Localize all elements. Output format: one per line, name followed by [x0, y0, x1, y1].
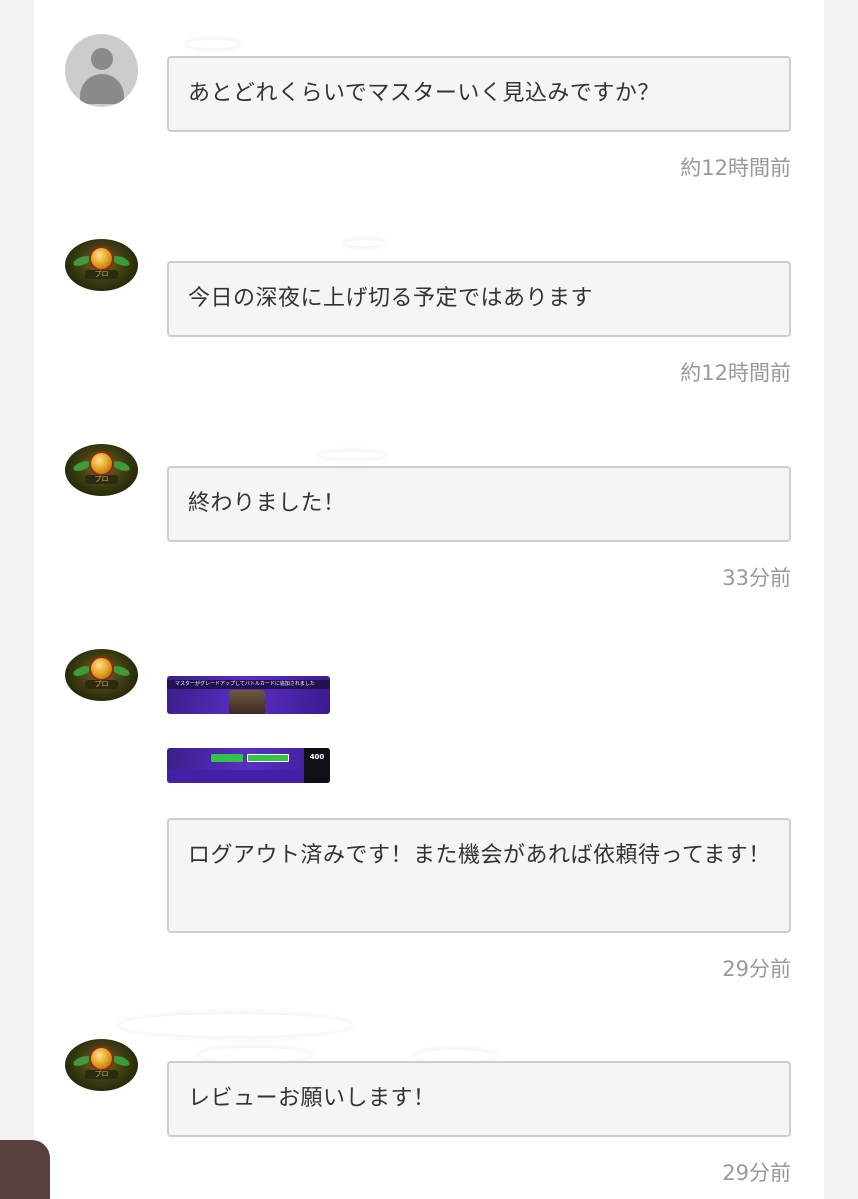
emblem-leaf-left	[72, 664, 92, 678]
message-text: 今日の深夜に上げ切る予定ではあります	[188, 286, 594, 311]
emblem-badge-icon	[91, 248, 112, 269]
emblem-label: プロ	[85, 680, 118, 689]
redacted-username	[345, 240, 385, 246]
redacted-username	[120, 1014, 350, 1036]
redacted-username	[320, 452, 385, 458]
emblem-leaf-right	[111, 459, 131, 473]
message-bubble: あとどれくらいでマスターいく見込みですか？	[167, 56, 791, 132]
message-bubble: 終わりました！	[167, 466, 791, 542]
screenshot-attachment[interactable]: マスターがグレードアップしてバトルカードに追加されました	[167, 676, 330, 714]
green-button-shape	[247, 754, 289, 762]
attachment-caption: マスターがグレードアップしてバトルカードに追加されました	[167, 680, 330, 689]
emblem-leaf-right	[111, 1054, 131, 1068]
rank-emblem-avatar-icon[interactable]: プロ	[65, 649, 138, 701]
emblem-label: プロ	[85, 270, 118, 279]
message-bubble: ログアウト済みです！また機会があれば依頼待ってます！	[167, 818, 791, 933]
emblem-leaf-right	[111, 254, 131, 268]
message-timestamp: 29分前	[722, 1161, 791, 1185]
attachment-corner-label: 400	[304, 748, 330, 783]
message-bubble: レビューお願いします！	[167, 1061, 791, 1137]
message-text: ログアウト済みです！また機会があれば依頼待ってます！	[188, 843, 771, 868]
rank-emblem-avatar-icon[interactable]: プロ	[65, 444, 138, 496]
emblem-leaf-left	[72, 1054, 92, 1068]
message-timestamp: 33分前	[722, 566, 791, 590]
message-bubble: 今日の深夜に上げ切る予定ではあります	[167, 261, 791, 337]
green-button-shape	[211, 754, 243, 762]
emblem-label: プロ	[85, 1070, 118, 1079]
message-text: 終わりました！	[188, 491, 346, 516]
message-timestamp: 約12時間前	[680, 156, 791, 180]
user-body-shape	[80, 74, 124, 104]
emblem-label: プロ	[85, 475, 118, 484]
floating-tab-button[interactable]	[0, 1140, 50, 1199]
emblem-badge-icon	[91, 1048, 112, 1069]
emblem-leaf-right	[111, 664, 131, 678]
redacted-username	[200, 1048, 310, 1062]
emblem-badge-icon	[91, 658, 112, 679]
redacted-username	[188, 40, 238, 48]
message-timestamp: 約12時間前	[680, 361, 791, 385]
character-image	[229, 690, 265, 714]
message-text: あとどれくらいでマスターいく見込みですか？	[188, 81, 660, 106]
user-head-shape	[91, 48, 113, 70]
message-timestamp: 29分前	[722, 957, 791, 981]
emblem-badge-icon	[91, 453, 112, 474]
rank-emblem-avatar-icon[interactable]: プロ	[65, 239, 138, 291]
attachment-band	[167, 770, 304, 783]
default-user-avatar-icon[interactable]	[65, 34, 138, 107]
message-text: レビューお願いします！	[188, 1086, 436, 1111]
emblem-leaf-left	[72, 254, 92, 268]
rank-emblem-avatar-icon[interactable]: プロ	[65, 1039, 138, 1091]
screenshot-attachment[interactable]: 400	[167, 748, 330, 783]
emblem-leaf-left	[72, 459, 92, 473]
